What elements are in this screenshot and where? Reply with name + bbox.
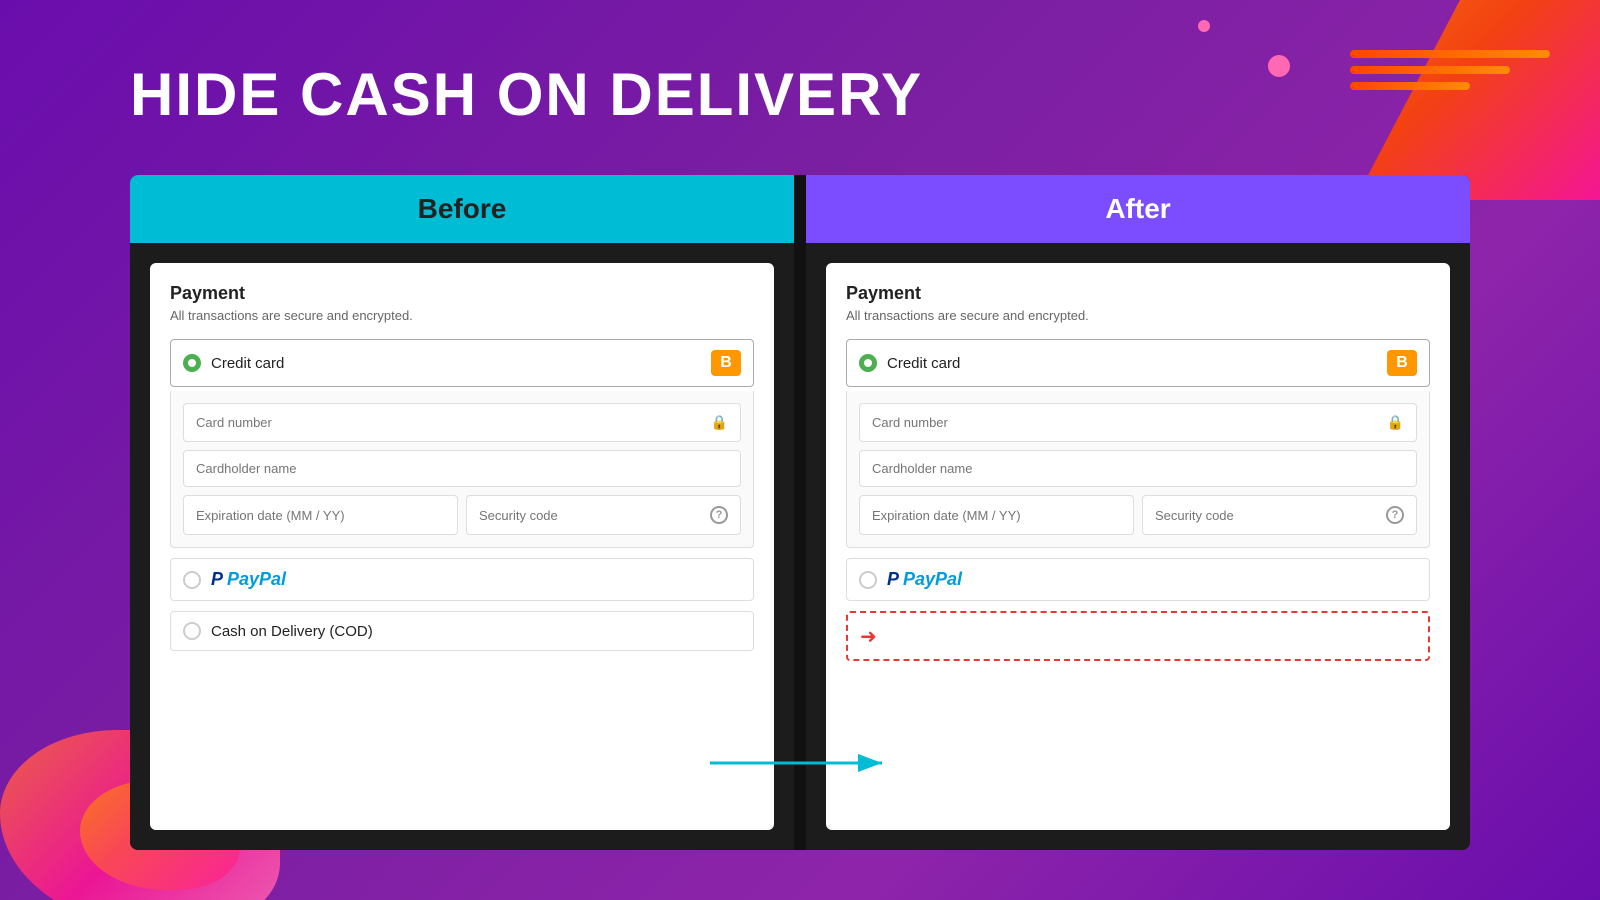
panels-outer: Before Payment All transactions are secu…	[130, 175, 1470, 850]
speed-lines	[1350, 50, 1550, 90]
after-cardholder-field[interactable]	[859, 450, 1417, 487]
before-expiry-input[interactable]	[196, 508, 445, 523]
after-panel: After Payment All transactions are secur…	[806, 175, 1470, 850]
before-cardholder-input[interactable]	[196, 461, 728, 476]
after-badge-b: B	[1387, 350, 1417, 376]
speed-line-1	[1350, 50, 1550, 58]
after-expiry-security-row: ?	[859, 495, 1417, 535]
before-cod-label: Cash on Delivery (COD)	[211, 623, 741, 640]
after-credit-card-radio[interactable]	[859, 354, 877, 372]
before-badge-b: B	[711, 350, 741, 376]
center-divider	[794, 175, 806, 850]
decorative-dot-1	[1268, 55, 1290, 77]
after-card-number-field[interactable]: 🔒	[859, 403, 1417, 442]
before-payment-box: Payment All transactions are secure and …	[150, 263, 774, 830]
paypal-p-icon: P	[211, 569, 223, 590]
page-title: HIDE CASH ON DELIVERY	[130, 60, 923, 129]
after-lock-icon: 🔒	[1387, 414, 1404, 431]
speed-line-3	[1350, 82, 1470, 90]
after-payment-subtitle: All transactions are secure and encrypte…	[846, 308, 1430, 323]
comparison-container: Before Payment All transactions are secu…	[130, 175, 1470, 850]
before-header: Before	[130, 175, 794, 243]
before-credit-card-radio[interactable]	[183, 354, 201, 372]
after-header: After	[806, 175, 1470, 243]
after-label: After	[1105, 193, 1170, 224]
after-card-fields: 🔒	[846, 391, 1430, 548]
before-card-number-field[interactable]: 🔒	[183, 403, 741, 442]
speed-line-2	[1350, 66, 1510, 74]
before-panel: Before Payment All transactions are secu…	[130, 175, 794, 850]
after-cardholder-input[interactable]	[872, 461, 1404, 476]
after-security-input[interactable]	[1155, 508, 1380, 523]
after-expiry-input[interactable]	[872, 508, 1121, 523]
before-payment-subtitle: All transactions are secure and encrypte…	[170, 308, 754, 323]
before-credit-card-option[interactable]: Credit card B	[170, 339, 754, 387]
before-expiry-security-row: ?	[183, 495, 741, 535]
after-paypal-text: PayPal	[903, 569, 962, 590]
after-payment-title: Payment	[846, 283, 1430, 304]
paypal-text: PayPal	[227, 569, 286, 590]
before-card-number-input[interactable]	[196, 415, 705, 430]
decorative-dot-2	[1198, 20, 1210, 32]
before-cardholder-field[interactable]	[183, 450, 741, 487]
before-security-input[interactable]	[479, 508, 704, 523]
before-cod-radio[interactable]	[183, 622, 201, 640]
after-card-number-row: 🔒	[859, 403, 1417, 442]
after-paypal-p-icon: P	[887, 569, 899, 590]
before-payment-title: Payment	[170, 283, 754, 304]
before-security-field[interactable]: ?	[466, 495, 741, 535]
after-payment-box: Payment All transactions are secure and …	[826, 263, 1450, 830]
before-cod-option[interactable]: Cash on Delivery (COD)	[170, 611, 754, 651]
before-paypal-logo: P PayPal	[211, 569, 286, 590]
before-credit-card-label: Credit card	[211, 355, 711, 372]
after-security-field[interactable]: ?	[1142, 495, 1417, 535]
before-label: Before	[418, 193, 507, 224]
before-paypal-option[interactable]: P PayPal	[170, 558, 754, 601]
before-card-fields: 🔒	[170, 391, 754, 548]
top-right-blob	[1250, 0, 1600, 200]
after-cod-hidden-box: ➜	[846, 611, 1430, 661]
before-cardholder-row	[183, 450, 741, 487]
after-cardholder-row	[859, 450, 1417, 487]
after-security-question-icon: ?	[1386, 506, 1404, 524]
before-body: Payment All transactions are secure and …	[130, 243, 794, 850]
arrow-right-icon: ➜	[860, 624, 877, 649]
before-card-number-row: 🔒	[183, 403, 741, 442]
after-body: Payment All transactions are secure and …	[806, 243, 1470, 850]
before-security-question-icon: ?	[710, 506, 728, 524]
after-credit-card-option[interactable]: Credit card B	[846, 339, 1430, 387]
after-credit-card-label: Credit card	[887, 355, 1387, 372]
after-expiry-field[interactable]	[859, 495, 1134, 535]
after-paypal-option[interactable]: P PayPal	[846, 558, 1430, 601]
before-paypal-radio[interactable]	[183, 571, 201, 589]
after-card-number-input[interactable]	[872, 415, 1381, 430]
after-paypal-radio[interactable]	[859, 571, 877, 589]
after-paypal-logo: P PayPal	[887, 569, 962, 590]
before-lock-icon: 🔒	[711, 414, 728, 431]
before-expiry-field[interactable]	[183, 495, 458, 535]
